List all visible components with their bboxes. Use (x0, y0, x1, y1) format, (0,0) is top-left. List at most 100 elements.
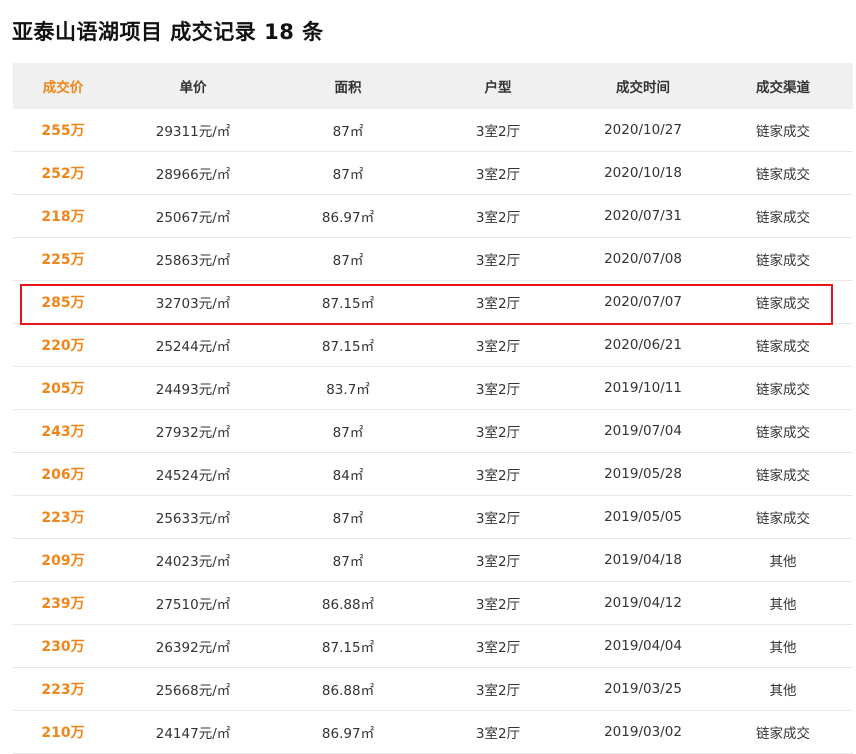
layout-cell: 3室2厅 (475, 296, 521, 312)
price-cell: 239万 (41, 596, 85, 612)
transaction-table: 成交价 单价 面积 户型 成交时间 成交渠道 255万 29311元/㎡ 87㎡ 3室… (13, 63, 853, 754)
channel-cell: 链家成交 (756, 296, 810, 312)
price-cell: 255万 (41, 123, 85, 139)
unit-price-cell: 25863元/㎡ (155, 253, 231, 269)
channel-cell: 链家成交 (756, 210, 810, 226)
layout-cell: 3室2厅 (475, 597, 521, 613)
date-cell: 2020/07/31 (604, 208, 682, 224)
date-cell: 2019/04/04 (604, 638, 682, 654)
area-cell: 86.97㎡ (321, 726, 375, 742)
table-row: 252万 28966元/㎡ 87㎡ 3室2厅 2020/10/18 链家成交 (13, 152, 853, 195)
date-cell: 2020/07/07 (604, 294, 682, 310)
layout-cell: 3室2厅 (475, 425, 521, 441)
unit-price-cell: 24147元/㎡ (155, 726, 231, 742)
table-row: 220万 25244元/㎡ 87.15㎡ 3室2厅 2020/06/21 链家成交 (13, 324, 853, 367)
layout-cell: 3室2厅 (475, 683, 521, 699)
date-cell: 2019/10/11 (604, 380, 682, 396)
channel-cell: 链家成交 (756, 167, 810, 183)
date-cell: 2019/04/12 (604, 595, 682, 611)
price-cell: 223万 (41, 510, 85, 526)
unit-price-cell: 25067元/㎡ (155, 210, 231, 226)
table-row: 205万 24493元/㎡ 83.7㎡ 3室2厅 2019/10/11 链家成交 (13, 367, 853, 410)
area-cell: 87㎡ (332, 554, 364, 570)
table-row: 255万 29311元/㎡ 87㎡ 3室2厅 2020/10/27 链家成交 (13, 109, 853, 152)
area-cell: 86.97㎡ (321, 210, 375, 226)
channel-cell: 其他 (769, 597, 797, 613)
area-cell: 86.88㎡ (321, 597, 375, 613)
layout-cell: 3室2厅 (475, 640, 521, 656)
table-row: 209万 24023元/㎡ 87㎡ 3室2厅 2019/04/18 其他 (13, 539, 853, 582)
area-cell: 87.15㎡ (321, 640, 375, 656)
unit-price-cell: 27932元/㎡ (155, 425, 231, 441)
price-cell: 223万 (41, 682, 85, 698)
date-cell: 2019/03/25 (604, 681, 682, 697)
table-row: 239万 27510元/㎡ 86.88㎡ 3室2厅 2019/04/12 其他 (13, 582, 853, 625)
price-cell: 218万 (41, 209, 85, 225)
layout-cell: 3室2厅 (475, 339, 521, 355)
channel-cell: 链家成交 (756, 511, 810, 527)
header-date: 成交时间 (616, 80, 670, 96)
unit-price-cell: 26392元/㎡ (155, 640, 231, 656)
table-body: 255万 29311元/㎡ 87㎡ 3室2厅 2020/10/27 链家成交 252万 289… (13, 109, 853, 754)
channel-cell: 链家成交 (756, 382, 810, 398)
table-row: 223万 25668元/㎡ 86.88㎡ 3室2厅 2019/03/25 其他 (13, 668, 853, 711)
price-cell: 210万 (41, 725, 85, 741)
table-row: 225万 25863元/㎡ 87㎡ 3室2厅 2020/07/08 链家成交 (13, 238, 853, 281)
header-unit-price: 单价 (179, 80, 207, 96)
unit-price-cell: 24493元/㎡ (155, 382, 231, 398)
price-cell: 209万 (41, 553, 85, 569)
table-row: 285万 32703元/㎡ 87.15㎡ 3室2厅 2020/07/07 链家成交 (13, 281, 853, 324)
unit-price-cell: 27510元/㎡ (155, 597, 231, 613)
area-cell: 87㎡ (332, 425, 364, 441)
layout-cell: 3室2厅 (475, 726, 521, 742)
table-row: 243万 27932元/㎡ 87㎡ 3室2厅 2019/07/04 链家成交 (13, 410, 853, 453)
unit-price-cell: 32703元/㎡ (155, 296, 231, 312)
channel-cell: 链家成交 (756, 339, 810, 355)
channel-cell: 链家成交 (756, 425, 810, 441)
layout-cell: 3室2厅 (475, 468, 521, 484)
layout-cell: 3室2厅 (475, 167, 521, 183)
date-cell: 2019/07/04 (604, 423, 682, 439)
date-cell: 2020/07/08 (604, 251, 682, 267)
area-cell: 86.88㎡ (321, 683, 375, 699)
price-cell: 243万 (41, 424, 85, 440)
layout-cell: 3室2厅 (475, 210, 521, 226)
page-title: 亚泰山语湖项目 成交记录 18 条 (12, 20, 324, 44)
unit-price-cell: 28966元/㎡ (155, 167, 231, 183)
price-cell: 220万 (41, 338, 85, 354)
layout-cell: 3室2厅 (475, 511, 521, 527)
area-cell: 87㎡ (332, 253, 364, 269)
date-cell: 2019/03/02 (604, 724, 682, 740)
table-row: 218万 25067元/㎡ 86.97㎡ 3室2厅 2020/07/31 链家成交 (13, 195, 853, 238)
channel-cell: 链家成交 (756, 468, 810, 484)
header-price[interactable]: 成交价 (13, 76, 113, 96)
channel-cell: 链家成交 (756, 726, 810, 742)
layout-cell: 3室2厅 (475, 382, 521, 398)
price-cell: 225万 (41, 252, 85, 268)
date-cell: 2019/05/05 (604, 509, 682, 525)
table-row: 206万 24524元/㎡ 84㎡ 3室2厅 2019/05/28 链家成交 (13, 453, 853, 496)
header-channel: 成交渠道 (756, 80, 810, 96)
price-cell: 252万 (41, 166, 85, 182)
channel-cell: 其他 (769, 640, 797, 656)
header-area: 面积 (334, 80, 362, 96)
channel-cell: 链家成交 (756, 124, 810, 140)
layout-cell: 3室2厅 (475, 124, 521, 140)
table-row: 223万 25633元/㎡ 87㎡ 3室2厅 2019/05/05 链家成交 (13, 496, 853, 539)
price-cell: 206万 (41, 467, 85, 483)
date-cell: 2020/10/18 (604, 165, 682, 181)
area-cell: 84㎡ (332, 468, 364, 484)
header-layout: 户型 (484, 80, 512, 96)
area-cell: 87.15㎡ (321, 339, 375, 355)
area-cell: 87.15㎡ (321, 296, 375, 312)
unit-price-cell: 25668元/㎡ (155, 683, 231, 699)
channel-cell: 链家成交 (756, 253, 810, 269)
layout-cell: 3室2厅 (475, 253, 521, 269)
date-cell: 2020/10/27 (604, 122, 682, 138)
unit-price-cell: 24524元/㎡ (155, 468, 231, 484)
unit-price-cell: 25244元/㎡ (155, 339, 231, 355)
price-cell: 285万 (41, 295, 85, 311)
table-header-row: 成交价 单价 面积 户型 成交时间 成交渠道 (13, 63, 853, 109)
unit-price-cell: 25633元/㎡ (155, 511, 231, 527)
unit-price-cell: 29311元/㎡ (155, 124, 231, 140)
